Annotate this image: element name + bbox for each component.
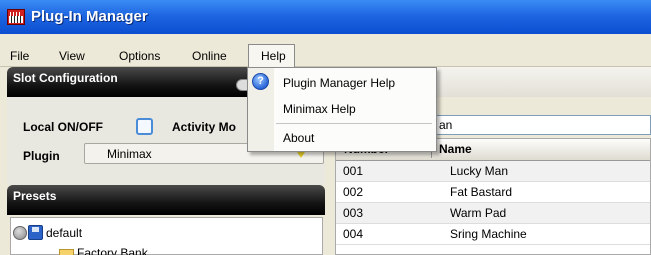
cell-number: 002 [343,185,364,199]
menu-item-about[interactable]: About [283,131,314,145]
help-icon: ? [252,73,269,90]
right-toolbar [437,67,651,97]
table-row[interactable]: 002 Fat Bastard [336,182,650,203]
window-title: Plug-In Manager [31,8,148,25]
folder-icon [59,249,74,255]
menu-item-minimax-help[interactable]: Minimax Help [283,102,356,116]
presets-tree: default Factory Bank [10,217,323,255]
menu-help-label: Help [261,49,286,63]
tree-item-default[interactable]: default [46,226,82,240]
local-onoff-label: Local ON/OFF [23,120,104,134]
app-keyboard-icon[interactable] [7,9,25,25]
menu-online[interactable]: Online [192,49,227,63]
column-name[interactable]: Name [439,142,472,156]
tree-item-factory-bank[interactable]: Factory Bank [77,246,148,255]
table-row[interactable]: 003 Warm Pad [336,203,650,224]
presets-header: Presets [7,185,325,215]
table-row[interactable]: 004 Sring Machine [336,224,650,245]
cell-name: Sring Machine [450,227,527,241]
plugin-label: Plugin [23,149,60,163]
presets-title: Presets [13,189,57,203]
activity-mode-label: Activity Mo [172,120,237,134]
search-value: an [439,118,453,132]
cell-name: Lucky Man [450,164,509,178]
cell-number: 003 [343,206,364,220]
menu-help[interactable]: Help [248,44,295,68]
cell-name: Fat Bastard [450,185,513,199]
preset-table: Number Name 001 Lucky Man 002 Fat Bastar… [335,138,651,255]
menu-item-plugin-manager-help[interactable]: Plugin Manager Help [283,76,395,90]
cell-name: Warm Pad [450,206,507,220]
table-row[interactable]: 001 Lucky Man [336,161,650,182]
local-onoff-checkbox[interactable] [136,118,153,135]
help-dropdown-menu: ? Plugin Manager Help Minimax Help About [247,67,437,152]
save-icon[interactable] [28,225,43,240]
menu-view[interactable]: View [59,49,85,63]
menu-separator [276,123,432,124]
cell-number: 001 [343,164,364,178]
menu-file[interactable]: File [10,49,29,63]
plugin-select-value: Minimax [107,147,152,161]
menu-options[interactable]: Options [119,49,160,63]
title-bar[interactable]: Plug-In Manager [0,0,651,34]
cell-number: 004 [343,227,364,241]
menu-bar: File View Options Online [0,34,651,67]
expand-icon[interactable] [13,226,27,240]
slot-config-title: Slot Configuration [13,71,118,85]
